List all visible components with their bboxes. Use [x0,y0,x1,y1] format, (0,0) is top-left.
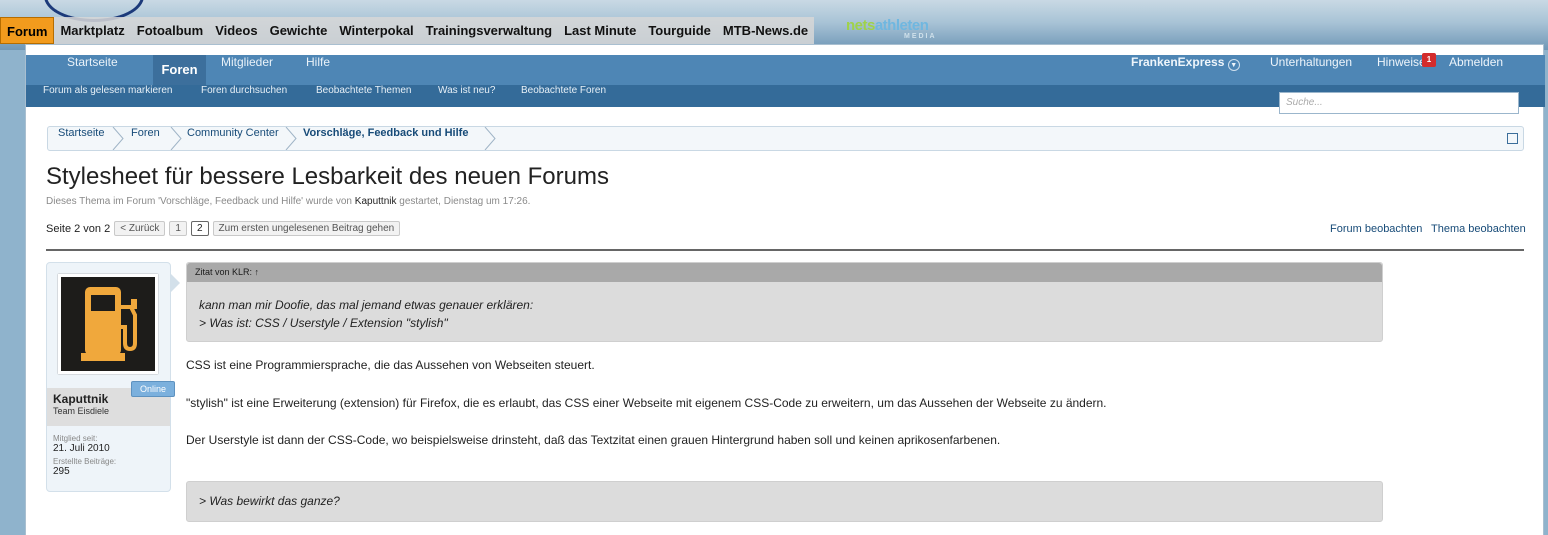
netsathleten-logo[interactable]: netsathleten MEDIA [846,17,935,40]
user-title: Team Eisdiele [53,406,110,416]
search-input[interactable]: Suche... [1279,92,1519,114]
quote-block-2: > Was bewirkt das ganze? [186,481,1383,522]
page-navigation: Seite 2 von 2 < Zurück 1 2 Zum ersten un… [46,221,401,236]
description-suffix: gestartet, Dienstag um 17:26. [399,196,531,207]
alerts-count-badge: 1 [1422,53,1436,67]
nav-hilfe[interactable]: Hilfe [306,55,330,85]
starter-username-link[interactable]: Kaputtnik [355,196,397,207]
topnav-last-minute[interactable]: Last Minute [558,17,642,44]
post-paragraph-1: CSS ist eine Programmiersprache, die das… [186,358,595,372]
main-navigation: Startseite Foren Mitglieder Hilfe Franke… [26,53,1545,85]
post-paragraph-2: "stylish" ist eine Erweiterung (extensio… [186,396,1107,410]
brand-part-1: nets [846,17,875,34]
topnav-tourguide[interactable]: Tourguide [642,17,717,44]
avatar[interactable] [58,274,158,374]
topnav-videos[interactable]: Videos [209,17,263,44]
breadcrumb-community-center[interactable]: Community Center [187,127,279,150]
nav-mitglieder[interactable]: Mitglieder [221,55,273,85]
online-badge: Online [131,381,175,397]
breadcrumb-separator-icon [112,127,124,150]
fuel-pump-icon [81,287,137,361]
quote-body: kann man mir Doofie, das mal jemand etwa… [187,282,1382,346]
nav-foren[interactable]: Foren [153,55,206,85]
message-user-info: Kaputtnik Team Eisdiele Online Mitglied … [46,262,175,492]
breadcrumb-separator-icon [170,127,182,150]
account-username: FrankenExpress [1131,55,1225,69]
quote-header[interactable]: Zitat von KLR: ↑ [187,263,1382,282]
topnav-gewichte[interactable]: Gewichte [264,17,334,44]
nav-startseite[interactable]: Startseite [67,55,118,85]
brand-part-2: athleten [874,17,929,34]
breadcrumb-separator-icon [285,127,297,150]
nav-alerts[interactable]: Hinweise [1377,55,1426,85]
quote-line-2: > Was ist: CSS / Userstyle / Extension "… [199,316,448,330]
thread-description: Dieses Thema im Forum 'Vorschläge, Feedb… [46,196,530,207]
page-title: Stylesheet für bessere Lesbarkeit des ne… [46,163,609,190]
divider [46,249,1524,251]
watch-forum-link[interactable]: Forum beobachten [1330,223,1422,235]
forum-page: Startseite Foren Mitglieder Hilfe Franke… [25,44,1545,535]
subnav-watched-forums[interactable]: Beobachtete Foren [521,85,606,96]
post-count-value: 295 [53,466,70,477]
nav-conversations[interactable]: Unterhaltungen [1270,55,1352,85]
chevron-down-icon: ▼ [1227,59,1240,71]
page-indicator: Seite 2 von 2 [46,222,111,235]
breadcrumb-foren[interactable]: Foren [131,127,160,150]
user-stats: Mitglied seit: 21. Juli 2010 Erstellte B… [53,434,116,480]
account-menu[interactable]: FrankenExpress ▼ [1131,55,1240,85]
jump-menu-icon[interactable] [1507,133,1518,144]
description-prefix: Dieses Thema im Forum 'Vorschläge, Feedb… [46,196,352,207]
member-since-value: 21. Juli 2010 [53,443,110,454]
first-unread-button[interactable]: Zum ersten ungelesenen Beitrag gehen [212,221,401,236]
topnav-trainingsverwaltung[interactable]: Trainingsverwaltung [420,17,558,44]
top-navigation: Forum Marktplatz Fotoalbum Videos Gewich… [0,17,815,44]
post-count-label: Erstellte Beiträge: [53,457,117,466]
topnav-fotoalbum[interactable]: Fotoalbum [131,17,209,44]
subnav-watched-threads[interactable]: Beobachtete Themen [316,85,411,96]
subnav-whats-new[interactable]: Was ist neu? [438,85,495,96]
member-since-label: Mitglied seit: [53,434,98,443]
page-2-button[interactable]: 2 [190,221,209,236]
breadcrumb-current[interactable]: Vorschläge, Feedback und Hilfe [303,127,468,150]
brand-part-3: MEDIA [904,33,937,40]
breadcrumb-separator-icon [484,127,496,150]
topnav-marktplatz[interactable]: Marktplatz [54,17,130,44]
nav-logout[interactable]: Abmelden [1449,55,1503,85]
page-1-button[interactable]: 1 [169,221,187,236]
quote-block: Zitat von KLR: ↑ kann man mir Doofie, da… [186,262,1383,342]
breadcrumb: Startseite Foren Community Center Vorsch… [47,126,1524,151]
prev-page-button[interactable]: < Zurück [114,221,166,236]
topnav-mtb-news[interactable]: MTB-News.de [717,17,814,44]
topnav-winterpokal[interactable]: Winterpokal [333,17,419,44]
message-arrow [170,273,180,293]
watch-thread-link[interactable]: Thema beobachten [1431,223,1526,235]
subnav-mark-read[interactable]: Forum als gelesen markieren [43,85,173,96]
topnav-forum[interactable]: Forum [0,17,55,44]
subnav-search-forums[interactable]: Foren durchsuchen [201,85,287,96]
quote-line-1: kann man mir Doofie, das mal jemand etwa… [199,298,534,312]
post-paragraph-3: Der Userstyle ist dann der CSS-Code, wo … [186,433,1001,447]
breadcrumb-startseite[interactable]: Startseite [58,127,104,150]
